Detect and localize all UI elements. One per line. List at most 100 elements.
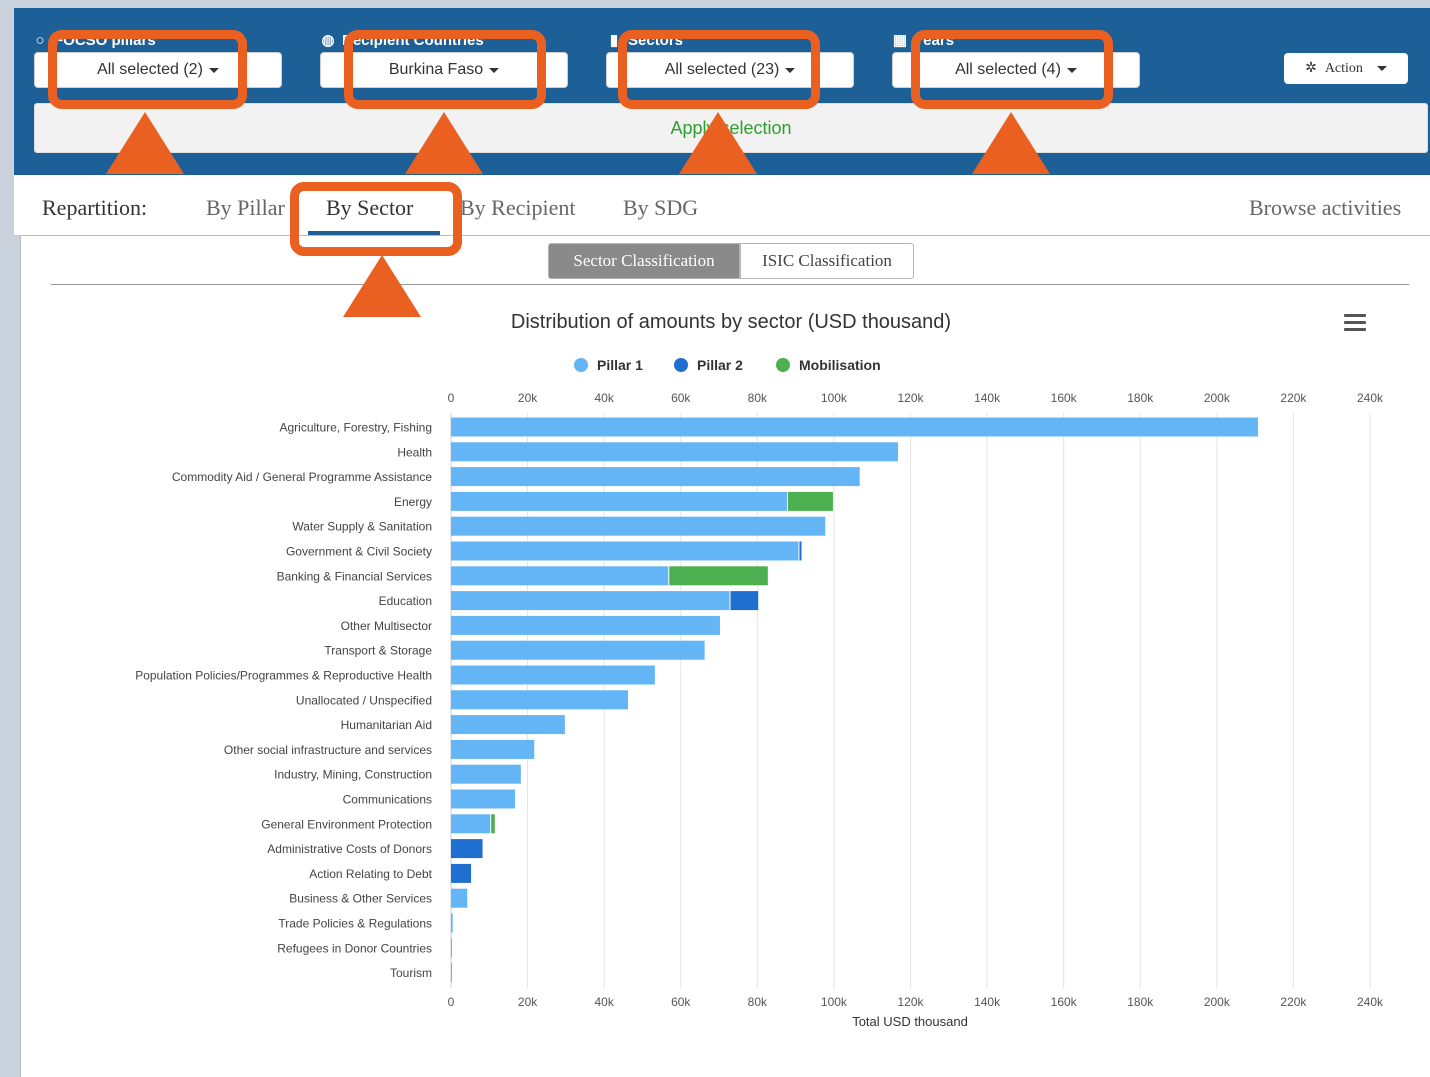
search-icon: ○ xyxy=(35,31,45,49)
chart-panel: Sector Classification ISIC Classificatio… xyxy=(20,235,1430,1077)
bar-segment xyxy=(451,938,452,958)
legend-marker xyxy=(674,358,688,372)
bar-segment xyxy=(451,690,629,710)
y-category-label: General Environment Protection xyxy=(261,817,432,831)
x-tick-label: 20k xyxy=(518,995,538,1009)
x-tick-label-top: 160k xyxy=(1051,391,1078,405)
bar-segment xyxy=(451,764,521,784)
x-tick-label: 60k xyxy=(671,995,691,1009)
x-tick-label: 80k xyxy=(748,995,768,1009)
y-category-label: Health xyxy=(397,445,432,459)
legend-marker xyxy=(574,358,588,372)
x-tick-label: 240k xyxy=(1357,995,1384,1009)
legend-item: Pillar 2 xyxy=(697,357,743,373)
x-tick-label-top: 0 xyxy=(448,391,455,405)
y-category-label: Population Policies/Programmes & Reprodu… xyxy=(135,669,432,683)
x-tick-label-top: 80k xyxy=(748,391,768,405)
bar-segment xyxy=(799,541,802,561)
bar-segment xyxy=(451,417,1258,437)
bar-segment xyxy=(451,839,483,859)
x-tick-label: 180k xyxy=(1127,995,1154,1009)
bar-segment xyxy=(451,913,453,933)
gear-icon: ✲ xyxy=(1305,61,1317,76)
bar-segment xyxy=(451,963,452,983)
chart-title: Distribution of amounts by sector (USD t… xyxy=(511,311,951,333)
bar-segment xyxy=(787,491,833,511)
arrow-up-icon xyxy=(679,112,757,174)
y-category-label: Commodity Aid / General Programme Assist… xyxy=(172,470,432,484)
y-category-label: Banking & Financial Services xyxy=(277,569,432,583)
globe-icon: ◍ xyxy=(321,32,335,49)
y-category-label: Other Multisector xyxy=(341,619,432,633)
bar-segment xyxy=(451,615,720,635)
y-category-label: Agriculture, Forestry, Fishing xyxy=(280,421,433,435)
bar-segment xyxy=(451,888,468,908)
x-tick-label: 140k xyxy=(974,995,1001,1009)
y-category-label: Transport & Storage xyxy=(324,644,432,658)
y-category-label: Refugees in Donor Countries xyxy=(277,941,432,955)
y-category-label: Energy xyxy=(394,495,432,509)
bar-segment xyxy=(451,516,826,536)
x-tick-label-top: 20k xyxy=(518,391,538,405)
repartition-label: Repartition: xyxy=(42,195,148,220)
x-tick-label: 40k xyxy=(594,995,614,1009)
tab-by-recipient[interactable]: By Recipient xyxy=(460,195,575,221)
calendar-icon: ▦ xyxy=(892,32,908,49)
y-category-label: Unallocated / Unspecified xyxy=(296,693,432,707)
legend-marker xyxy=(776,358,790,372)
bar-segment xyxy=(669,566,768,586)
legend-item: Pillar 1 xyxy=(597,357,643,373)
bar-segment xyxy=(451,442,899,462)
y-category-label: Water Supply & Sanitation xyxy=(292,520,432,534)
x-tick-label-top: 140k xyxy=(974,391,1001,405)
bar-segment xyxy=(451,566,669,586)
tab-by-sdg[interactable]: By SDG xyxy=(623,195,698,221)
arrow-up-icon xyxy=(106,112,184,174)
caret-down-icon xyxy=(1376,66,1387,71)
arrow-up-icon xyxy=(972,112,1050,174)
y-category-label: Action Relating to Debt xyxy=(309,867,432,881)
x-tick-label: 100k xyxy=(821,995,848,1009)
tab-by-pillar[interactable]: By Pillar xyxy=(206,195,285,221)
x-tick-label-top: 100k xyxy=(821,391,848,405)
bar-segment xyxy=(451,665,655,685)
x-tick-label-top: 40k xyxy=(594,391,614,405)
bar-segment xyxy=(491,814,495,834)
x-tick-label-top: 120k xyxy=(897,391,924,405)
highlight-countries-filter xyxy=(344,30,546,109)
x-tick-label: 220k xyxy=(1280,995,1307,1009)
bar-segment xyxy=(451,541,799,561)
arrow-up-icon xyxy=(405,112,483,174)
y-category-label: Education xyxy=(379,594,432,608)
x-tick-label-top: 60k xyxy=(671,391,691,405)
highlight-pillars-filter xyxy=(48,30,247,109)
bar-segment xyxy=(451,640,705,660)
x-tick-label: 160k xyxy=(1051,995,1078,1009)
bar-segment xyxy=(451,814,491,834)
x-tick-label: 120k xyxy=(897,995,924,1009)
bar-segment xyxy=(451,467,860,487)
x-tick-label: 0 xyxy=(448,995,455,1009)
x-tick-label-top: 200k xyxy=(1204,391,1231,405)
y-category-label: Other social infrastructure and services xyxy=(224,743,432,757)
x-axis-title: Total USD thousand xyxy=(852,1014,968,1029)
y-category-label: Humanitarian Aid xyxy=(341,718,432,732)
y-category-label: Communications xyxy=(343,793,432,807)
y-category-label: Administrative Costs of Donors xyxy=(267,842,432,856)
bar-segment xyxy=(451,491,787,511)
repartition-tabs: Repartition: By Pillar By Sector By Reci… xyxy=(14,175,1430,235)
bar-segment xyxy=(730,591,759,611)
bar-segment xyxy=(451,789,516,809)
action-button[interactable]: ✲ Action xyxy=(1284,53,1408,84)
highlight-years-filter xyxy=(911,30,1113,109)
y-category-label: Government & Civil Society xyxy=(286,545,432,559)
browse-activities-link[interactable]: Browse activities xyxy=(1249,195,1401,221)
arrow-up-icon xyxy=(343,255,421,317)
x-tick-label-top: 180k xyxy=(1127,391,1154,405)
y-category-label: Business & Other Services xyxy=(289,892,432,906)
y-category-label: Tourism xyxy=(390,966,432,980)
x-tick-label-top: 240k xyxy=(1357,391,1384,405)
highlight-sector-tab xyxy=(290,182,462,256)
legend-item: Mobilisation xyxy=(799,357,881,373)
y-category-label: Industry, Mining, Construction xyxy=(274,768,432,782)
